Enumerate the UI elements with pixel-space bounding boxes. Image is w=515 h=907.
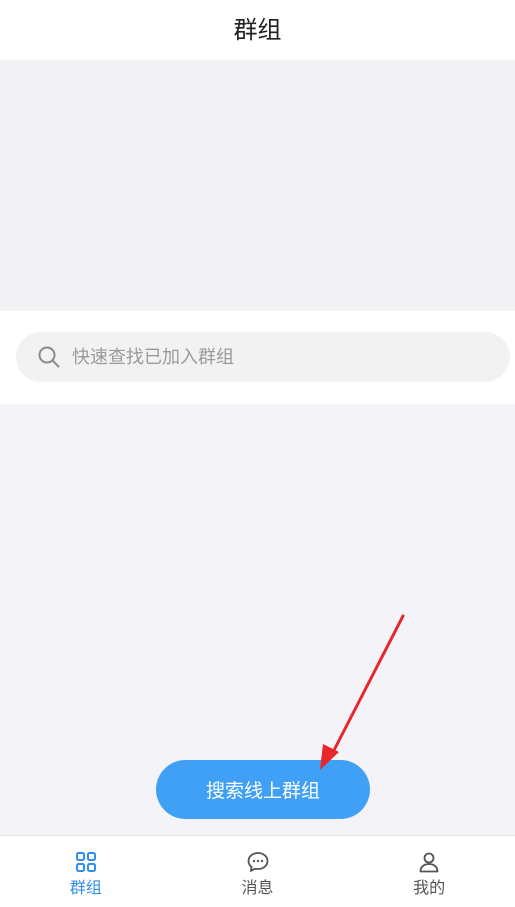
groups-screen: 群组 搜索线上群组 bbox=[0, 0, 515, 907]
tab-groups[interactable]: 群组 bbox=[0, 836, 172, 907]
grid-icon bbox=[74, 850, 98, 874]
banner-area bbox=[0, 60, 515, 311]
top-bar: 群组 bbox=[0, 0, 515, 60]
bottom-tab-bar: 群组 消息 我的 bbox=[0, 835, 515, 907]
tab-label: 消息 bbox=[241, 878, 274, 897]
tab-label: 群组 bbox=[69, 878, 102, 897]
search-icon bbox=[36, 344, 62, 370]
search-input[interactable] bbox=[72, 337, 510, 377]
tab-label: 我的 bbox=[413, 878, 446, 897]
search-online-groups-button[interactable]: 搜索线上群组 bbox=[156, 760, 370, 819]
tab-messages[interactable]: 消息 bbox=[172, 836, 344, 907]
search-bar[interactable] bbox=[16, 332, 510, 382]
tab-mine[interactable]: 我的 bbox=[343, 836, 515, 907]
user-icon bbox=[417, 850, 441, 874]
page-title: 群组 bbox=[233, 16, 282, 44]
chat-bubble-icon bbox=[246, 850, 270, 874]
search-section bbox=[0, 311, 515, 404]
